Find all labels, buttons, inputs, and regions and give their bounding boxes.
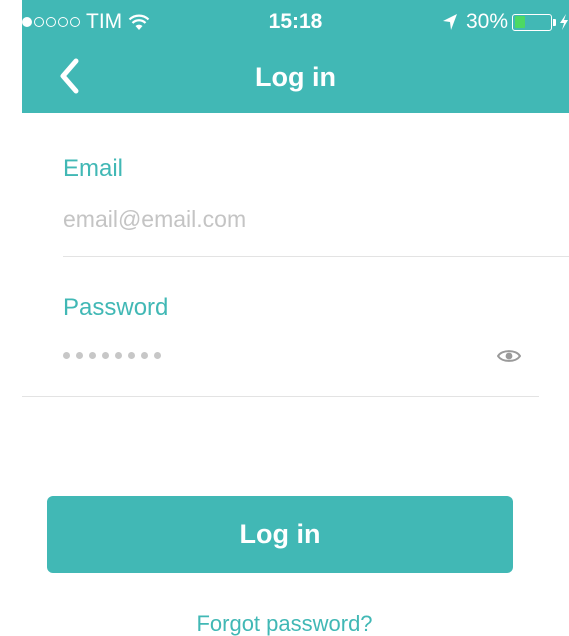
eye-icon[interactable] [497, 348, 521, 364]
header: TIM 15:18 30% Log in [22, 0, 569, 113]
forgot-password-link[interactable]: Forgot password? [0, 611, 569, 636]
location-arrow-icon [442, 14, 457, 30]
password-mask-dot [141, 352, 148, 359]
password-mask-dot [63, 352, 70, 359]
nav-bar: Log in [22, 42, 569, 113]
email-label: Email [63, 155, 124, 182]
password-mask-dot [154, 352, 161, 359]
email-divider [63, 256, 569, 257]
charging-bolt-icon [560, 14, 568, 30]
login-screen: TIM 15:18 30% Log in Email email@email.c… [0, 0, 569, 636]
password-field[interactable] [63, 352, 161, 359]
status-bar: TIM 15:18 30% [22, 0, 569, 42]
battery-level [514, 16, 525, 28]
password-mask-dot [115, 352, 122, 359]
password-label: Password [63, 294, 169, 321]
password-mask-dot [76, 352, 83, 359]
password-mask-dot [89, 352, 96, 359]
status-right: 30% [442, 10, 569, 34]
password-divider [22, 396, 539, 397]
password-mask-dot [102, 352, 109, 359]
email-field[interactable] [63, 203, 533, 235]
battery-icon [512, 13, 552, 31]
login-button[interactable]: Log in [47, 496, 513, 573]
battery-tip [553, 18, 556, 26]
battery-percent: 30% [465, 10, 508, 33]
password-mask-dot [128, 352, 135, 359]
page-title: Log in [255, 62, 336, 92]
